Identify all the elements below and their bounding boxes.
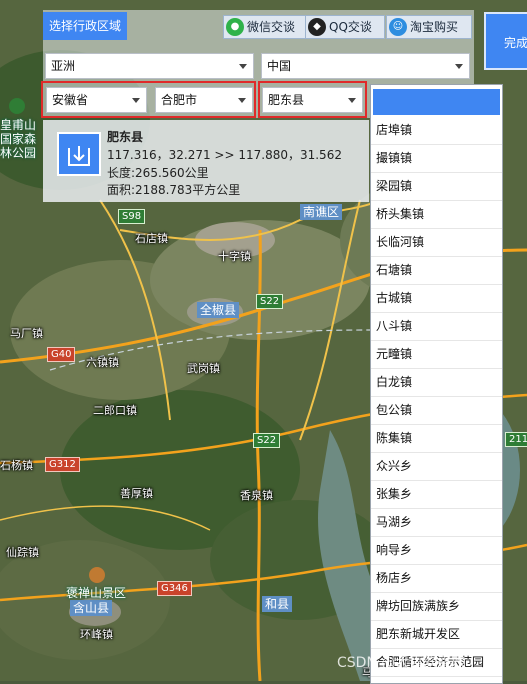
qq-chat-label: QQ交谈 — [329, 20, 372, 34]
province-select[interactable]: 安徽省 — [46, 87, 147, 113]
town-list-item[interactable]: 马湖乡 — [371, 509, 502, 537]
taobao-buy-label: 淘宝购买 — [410, 20, 459, 34]
taobao-buy-button[interactable]: ☺ 淘宝购买 — [386, 15, 472, 39]
map-city-label: 南谯区 — [300, 204, 343, 220]
map-label: 武岗镇 — [187, 362, 220, 375]
town-list-item[interactable]: 石塘镇 — [371, 257, 502, 285]
road-badge: S98 — [118, 209, 146, 224]
chevron-down-icon — [238, 98, 246, 103]
town-list-item[interactable]: 白龙镇 — [371, 369, 502, 397]
region-info-card: 肥东县 117.316，32.271 >> 117.880，31.562 长度:… — [43, 120, 369, 202]
continent-select[interactable]: 亚洲 — [45, 53, 254, 79]
county-value: 肥东县 — [268, 93, 305, 107]
city-select[interactable]: 合肥市 — [155, 87, 253, 113]
map-label: 六镇镇 — [86, 356, 119, 369]
done-button[interactable]: 完成 — [484, 12, 527, 70]
town-list-item[interactable]: 梁园镇 — [371, 173, 502, 201]
map-label: 香泉镇 — [240, 489, 273, 502]
map-label: 石杨镇 — [0, 459, 33, 472]
road-badge: 211 — [505, 432, 527, 447]
continent-value: 亚洲 — [51, 59, 76, 73]
map-city-label: 和县 — [262, 596, 293, 612]
province-value: 安徽省 — [52, 93, 89, 107]
map-label: 十字镇 — [218, 250, 251, 263]
road-badge: S22 — [256, 294, 284, 309]
watermark: CSDN @大喜欢喜欢 — [337, 655, 466, 671]
region-name: 肥东县 — [107, 130, 144, 144]
town-list-item[interactable]: 响导乡 — [371, 537, 502, 565]
town-list-item[interactable]: 众兴乡 — [371, 453, 502, 481]
town-list-item[interactable]: 包公镇 — [371, 397, 502, 425]
road-badge: S22 — [253, 433, 281, 448]
region-length: 长度:265.560公里 — [107, 166, 209, 180]
map-city-label: 全椒县 — [197, 302, 240, 318]
qq-chat-button[interactable]: ◆ QQ交谈 — [305, 15, 385, 39]
chevron-down-icon — [132, 98, 140, 103]
county-dropdown-list[interactable]: 店埠镇 撮镇镇 梁园镇 桥头集镇 长临河镇 石塘镇 古城镇 八斗镇 元疃镇 白龙镇 包公镇 陈集镇 众兴… — [370, 84, 503, 684]
map-park-label: 皇甫山国家森林公园 — [0, 118, 37, 160]
town-list-item[interactable]: 八斗镇 — [371, 313, 502, 341]
map-city-label: 含山县 — [70, 600, 113, 616]
chevron-down-icon — [348, 98, 356, 103]
map-label: 善厚镇 — [120, 487, 153, 500]
map-scenic-label: 褒禅山景区 — [66, 586, 127, 600]
county-select[interactable]: 肥东县 — [262, 87, 363, 113]
road-badge: G40 — [47, 347, 76, 362]
town-list-item[interactable]: 店埠镇 — [371, 117, 502, 145]
map-label: 环峰镇 — [80, 628, 113, 641]
road-badge: G346 — [157, 581, 192, 596]
map-label: 马厂镇 — [10, 327, 43, 340]
taobao-icon: ☺ — [389, 18, 407, 36]
town-list-item[interactable]: 张集乡 — [371, 481, 502, 509]
town-list-item[interactable]: 杨店乡 — [371, 565, 502, 593]
map-label: 石店镇 — [135, 232, 168, 245]
region-area: 面积:2188.783平方公里 — [107, 183, 241, 197]
town-list-item[interactable]: 牌坊回族满族乡 — [371, 593, 502, 621]
download-icon[interactable] — [57, 132, 101, 176]
region-coords: 117.316，32.271 >> 117.880，31.562 — [107, 148, 342, 162]
town-list-item[interactable]: 元疃镇 — [371, 341, 502, 369]
panel-title: 选择行政区域 — [43, 12, 127, 40]
list-item-selected-blank[interactable] — [373, 89, 500, 115]
city-value: 合肥市 — [161, 93, 198, 107]
wechat-icon: ● — [226, 18, 244, 36]
wechat-chat-button[interactable]: ● 微信交谈 — [223, 15, 309, 39]
chevron-down-icon — [455, 64, 463, 69]
country-select[interactable]: 中国 — [261, 53, 470, 79]
map-label: 二郎口镇 — [93, 404, 137, 417]
wechat-chat-label: 微信交谈 — [247, 20, 296, 34]
town-list-item[interactable]: 桥头集镇 — [371, 201, 502, 229]
map-label: 仙踪镇 — [6, 546, 39, 559]
country-value: 中国 — [267, 59, 292, 73]
town-list-item[interactable]: 肥东新城开发区 — [371, 621, 502, 649]
town-list-item[interactable]: 撮镇镇 — [371, 145, 502, 173]
town-list-item[interactable]: 陈集镇 — [371, 425, 502, 453]
chevron-down-icon — [239, 64, 247, 69]
qq-penguin-icon: ◆ — [308, 18, 326, 36]
town-list-item[interactable]: 长临河镇 — [371, 229, 502, 257]
town-list-item[interactable]: 古城镇 — [371, 285, 502, 313]
road-badge: G312 — [45, 457, 80, 472]
